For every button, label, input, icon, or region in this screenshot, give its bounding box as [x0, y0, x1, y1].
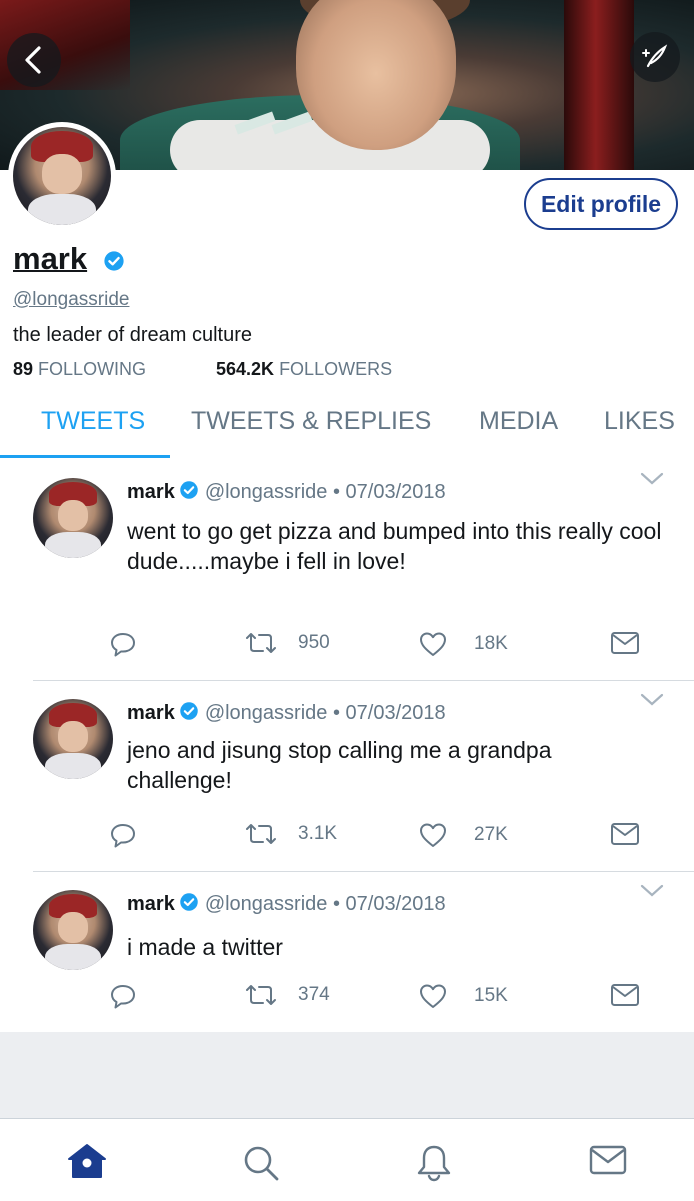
tweet-item[interactable]: mark @longassride • 07/03/2018 i made a t… [0, 872, 694, 1032]
reply-button[interactable] [109, 821, 137, 849]
tweet-author-name[interactable]: mark [127, 702, 175, 724]
back-arrow-icon [25, 46, 41, 74]
retweet-count: 950 [298, 632, 330, 653]
retweet-button[interactable]: 374 [244, 982, 330, 1008]
verified-badge-icon [180, 481, 198, 499]
tweet-separator: • [332, 702, 340, 724]
tweet-date: 07/03/2018 [345, 702, 446, 724]
verified-badge-icon [104, 251, 124, 271]
reply-icon [111, 824, 135, 848]
profile-tabs: TWEETS TWEETS & REPLIES MEDIA LIKES [0, 395, 694, 459]
following-label: FOLLOWING [38, 359, 147, 379]
tweet-header: mark @longassride • 07/03/2018 [127, 701, 446, 725]
edit-profile-button[interactable]: Edit profile [524, 178, 678, 230]
bottom-tab-bar [0, 1118, 694, 1201]
dm-share-button[interactable] [610, 630, 640, 656]
retweet-count: 374 [298, 984, 330, 1005]
followers-count: 564.2K [216, 359, 275, 379]
heart-icon [420, 984, 446, 1008]
retweet-count: 3.1K [298, 823, 338, 844]
like-count: 15K [474, 985, 508, 1006]
tweet-avatar[interactable] [33, 699, 113, 779]
tab-tweets-replies[interactable]: TWEETS & REPLIES [191, 407, 431, 436]
active-tab-indicator [0, 455, 170, 458]
retweet-icon [246, 985, 276, 1005]
tweet-avatar[interactable] [33, 890, 113, 970]
tweet-header: mark @longassride • 07/03/2018 [127, 892, 446, 916]
like-button[interactable]: 15K [418, 982, 508, 1010]
dm-share-button[interactable] [610, 821, 640, 847]
reply-icon [111, 633, 135, 657]
tweet-item[interactable]: mark @longassride • 07/03/2018 jeno and j… [0, 681, 694, 871]
heart-icon [420, 823, 446, 847]
tweet-author-name[interactable]: mark [127, 893, 175, 915]
heart-icon [420, 632, 446, 656]
reply-button[interactable] [109, 630, 137, 658]
tweet-author-handle[interactable]: @longassride [205, 702, 328, 724]
retweet-button[interactable]: 3.1K [244, 821, 337, 847]
following-stat[interactable]: 89 FOLLOWING [13, 359, 146, 380]
tweet-author-handle[interactable]: @longassride [205, 893, 328, 915]
envelope-icon[interactable] [588, 1143, 628, 1177]
tweet-avatar[interactable] [33, 478, 113, 558]
like-button[interactable]: 27K [418, 821, 508, 849]
profile-handle[interactable]: @longassride [13, 289, 129, 311]
like-count: 27K [474, 824, 508, 845]
profile-bio: the leader of dream culture [13, 324, 253, 346]
tweet-author-name[interactable]: mark [127, 481, 175, 503]
tweet-text: jeno and jisung stop calling me a grandp… [127, 737, 552, 793]
retweet-button[interactable]: 950 [244, 630, 330, 656]
tweet-text: i made a twitter [127, 934, 283, 960]
bell-icon[interactable] [415, 1143, 453, 1183]
reply-icon [111, 985, 135, 1009]
compose-feather-icon [642, 44, 668, 68]
reply-button[interactable] [109, 982, 137, 1010]
tweet-date: 07/03/2018 [345, 893, 446, 915]
tweet-separator: • [332, 481, 340, 503]
chevron-down-icon[interactable] [640, 693, 664, 707]
tweet-author-handle[interactable]: @longassride [205, 481, 328, 503]
tweet-actions: 374 15K [0, 982, 694, 1022]
profile-avatar[interactable] [8, 122, 116, 230]
tab-tweets[interactable]: TWEETS [41, 407, 145, 436]
back-button[interactable] [7, 33, 61, 87]
tweet-actions: 950 18K [0, 630, 694, 670]
tweet-date: 07/03/2018 [345, 481, 446, 503]
following-count: 89 [13, 359, 34, 379]
like-count: 18K [474, 633, 508, 654]
dm-share-button[interactable] [610, 982, 640, 1008]
tweet-actions: 3.1K 27K [0, 821, 694, 861]
envelope-icon [611, 632, 639, 654]
chevron-down-icon[interactable] [640, 884, 664, 898]
chevron-down-icon[interactable] [640, 472, 664, 486]
compose-tweet-button[interactable] [630, 32, 680, 82]
home-icon[interactable] [66, 1143, 108, 1179]
retweet-icon [246, 824, 276, 844]
envelope-icon [611, 984, 639, 1006]
empty-timeline-area [0, 1032, 694, 1118]
search-icon[interactable] [241, 1143, 281, 1183]
verified-badge-icon [180, 893, 198, 911]
tweet-separator: • [332, 893, 340, 915]
tab-likes[interactable]: LIKES [604, 407, 675, 436]
tweet-item[interactable]: mark @longassride • 07/03/2018 went to go… [0, 460, 694, 680]
tweet-header: mark @longassride • 07/03/2018 [127, 480, 446, 504]
verified-badge-icon [180, 702, 198, 720]
like-button[interactable]: 18K [418, 630, 508, 658]
followers-label: FOLLOWERS [279, 359, 393, 379]
retweet-icon [246, 633, 276, 653]
envelope-icon [611, 823, 639, 845]
followers-stat[interactable]: 564.2K FOLLOWERS [216, 359, 392, 380]
tab-media[interactable]: MEDIA [479, 407, 558, 436]
profile-name: mark [13, 241, 88, 276]
tweet-text: went to go get pizza and bumped into thi… [127, 518, 662, 574]
